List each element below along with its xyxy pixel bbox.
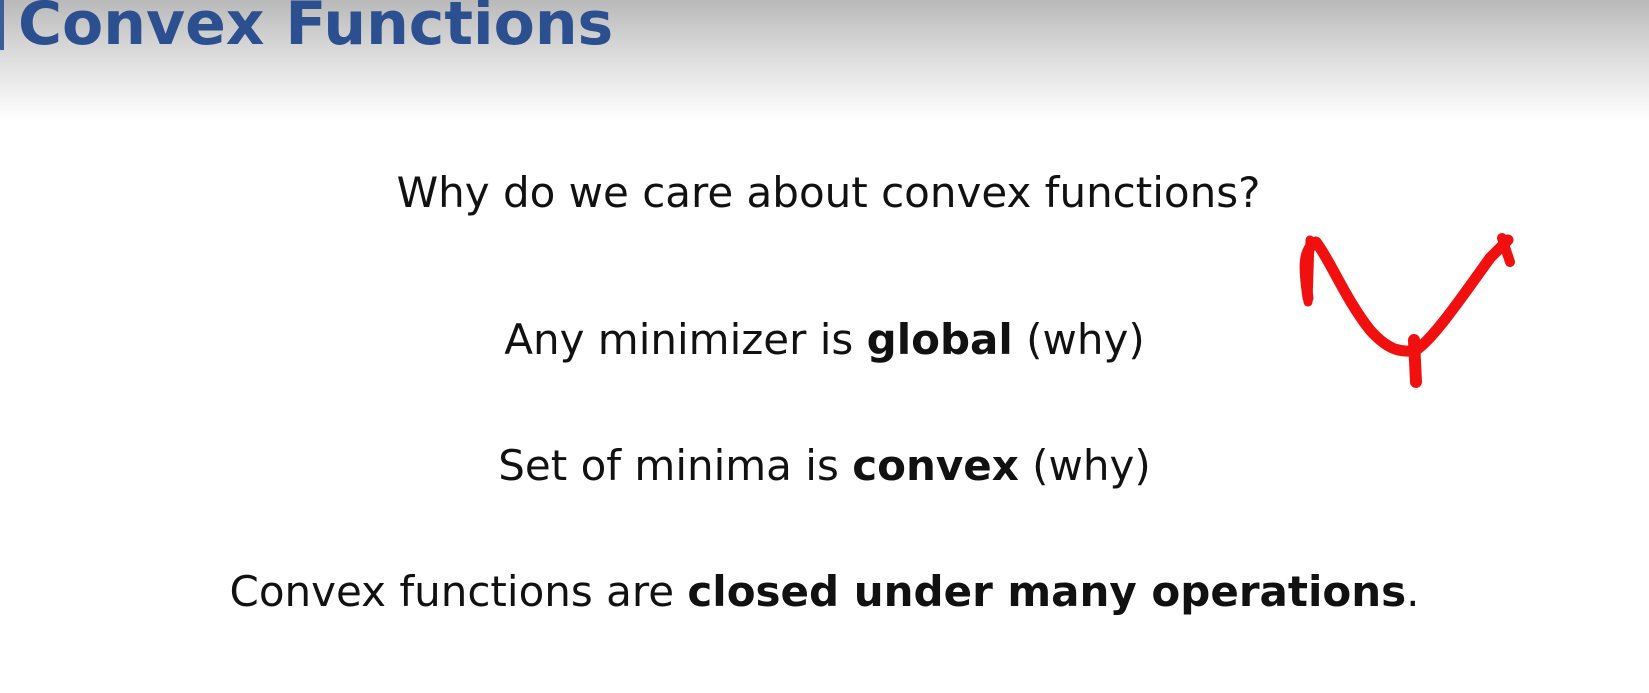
point-closed-operations: Convex functions are closed under many o… [0, 565, 1649, 619]
point-text: Any minimizer is [504, 315, 867, 364]
title-accent-bar [0, 0, 4, 50]
point-text: Set of minima is [498, 441, 853, 490]
hand-drawn-convex-curve-icon [1299, 233, 1515, 388]
annotation-stroke-curve [1299, 234, 1514, 357]
point-text: Convex functions are [229, 567, 688, 616]
point-suffix: (why) [1012, 315, 1145, 364]
annotation-stroke-min-tick [1408, 334, 1422, 388]
point-suffix: (why) [1018, 441, 1151, 490]
point-emphasis: closed under many operations [687, 567, 1407, 616]
question-text: Why do we care about convex functions? [396, 168, 1261, 217]
title-bar: Convex Functions [0, 0, 1649, 122]
point-emphasis: convex [852, 441, 1019, 490]
annotation-stroke-left-tick [1303, 235, 1315, 307]
point-convex-minima: Set of minima is convex (why) [0, 439, 1649, 493]
point-suffix: . [1406, 567, 1420, 616]
slide: Convex Functions Why do we care about co… [0, 0, 1649, 693]
point-emphasis: global [866, 315, 1013, 364]
slide-title: Convex Functions [18, 0, 614, 59]
